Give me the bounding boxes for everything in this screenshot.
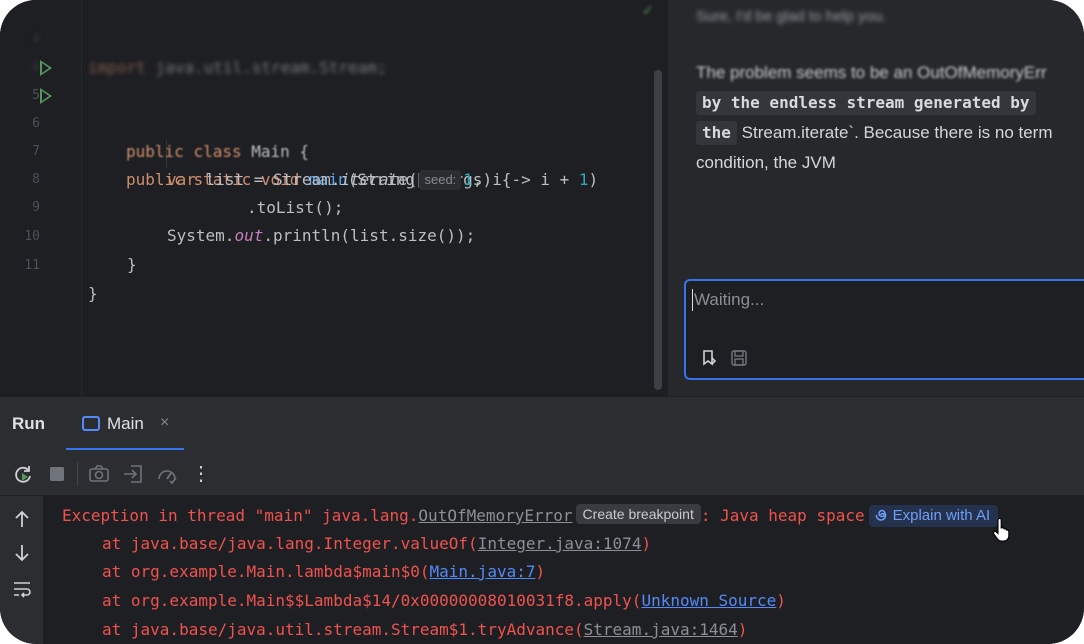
code-line-4[interactable]: 4 import java.util.stream.Stream; [0, 0, 668, 77]
ai-spiral-icon [875, 509, 886, 521]
text-caret [692, 289, 693, 311]
soft-wrap-icon[interactable] [11, 578, 33, 600]
stack-frame-text: at java.base/java.lang.Integer.valueOf( [102, 534, 478, 553]
exception-text: : Java heap space [700, 506, 865, 525]
inline-code: by the endless stream generated by [696, 91, 1036, 115]
run-main-icon[interactable] [40, 88, 52, 104]
tab-main[interactable]: Main × [66, 397, 184, 451]
run-tool-window-header: Run Main × [0, 396, 1084, 451]
code-line-8[interactable]: 8 .toList(); [0, 138, 668, 217]
chat-response-line: condition, the JVM [696, 153, 836, 172]
exit-icon[interactable] [122, 463, 144, 485]
stack-frame-text: ) [776, 591, 786, 610]
console-output[interactable]: Exception in thread "main" java.lang.Out… [44, 496, 1084, 644]
create-breakpoint-button[interactable]: Create breakpoint [575, 504, 701, 524]
stack-frame: at org.example.Main$$Lambda$14/0x0000000… [102, 587, 786, 615]
source-link[interactable]: Integer.java:1074 [478, 534, 642, 553]
stack-frame-text: ) [535, 562, 546, 581]
code-line-5[interactable]: 5 public class Main { [0, 54, 668, 161]
chat-greeting: Sure, I'd be glad to help you. [696, 8, 887, 25]
toolbar-separator [77, 462, 78, 486]
stack-frame: at org.example.Main.lambda$main$0(Main.j… [102, 558, 545, 586]
inline-code: the [696, 121, 737, 145]
stop-icon[interactable] [46, 463, 68, 485]
stack-frame-text: at java.base/java.util.stream.Stream$1.t… [102, 620, 584, 639]
close-tab-icon[interactable]: × [160, 414, 169, 432]
explain-with-ai-label: Explain with AI [892, 507, 991, 524]
code-line-blank[interactable]: 6 [0, 26, 668, 75]
console-side-toolbar [0, 496, 44, 644]
camera-icon[interactable] [88, 463, 110, 485]
code-line-6[interactable]: 6 public static void main(String[] args)… [0, 82, 668, 189]
arrow-up-icon[interactable] [11, 508, 33, 530]
closing-brace: } [127, 255, 137, 274]
run-toolbar: ⋮ [0, 450, 1084, 496]
exception-class-link[interactable]: OutOfMemoryError [418, 506, 572, 525]
tab-label: Main [107, 414, 144, 433]
rerun-icon[interactable] [12, 463, 34, 485]
chat-input-box[interactable] [684, 279, 1084, 380]
exception-text: Exception in thread "main" java.lang. [62, 506, 419, 525]
chat-response: The problem seems to be an OutOfMemoryEr… [696, 58, 1084, 178]
stack-frame-text: ) [641, 534, 652, 553]
source-link[interactable]: Stream.java:1464 [584, 620, 738, 639]
code-line-10[interactable]: 10 } [0, 195, 668, 274]
stack-frame-text: at org.example.Main$$Lambda$14/0x0000000… [102, 591, 642, 610]
profiler-icon[interactable] [156, 463, 178, 485]
chat-response-line: The problem seems to be an OutOfMemoryEr… [696, 63, 1047, 82]
explain-with-ai-button[interactable]: Explain with AI [868, 505, 999, 527]
save-icon[interactable] [730, 349, 748, 367]
code-line-7[interactable]: 7 var list = Stream.iterate(seed: 1, i ->… [0, 110, 668, 190]
run-class-icon[interactable] [40, 60, 52, 76]
stack-frame-text: at org.example.Main.lambda$main$0( [102, 562, 430, 581]
code-line-11[interactable]: 11 } [0, 224, 668, 303]
bookmark-icon[interactable] [700, 349, 718, 367]
hand-pointer-icon [992, 518, 1010, 542]
chat-response-line: Stream.iterate`. Because there is no ter… [741, 123, 1053, 142]
line-number: 11 [24, 258, 40, 273]
stack-frame-text: ) [737, 620, 748, 639]
editor-scrollbar[interactable] [654, 70, 662, 390]
code-line-9[interactable]: 9 System.out.println(list.size()); [0, 166, 668, 245]
ide-window: ✓ 4 import java.util.stream.Stream; 6 5 … [0, 0, 1084, 644]
run-title: Run [12, 414, 46, 433]
exception-line: Exception in thread "main" java.lang.Out… [62, 502, 999, 530]
ai-assistant-panel: Sure, I'd be glad to help you. The probl… [668, 0, 1084, 396]
closing-brace: } [88, 284, 98, 303]
source-link[interactable]: Main.java:7 [430, 562, 536, 581]
console-icon [82, 416, 100, 431]
chat-input[interactable] [694, 287, 1074, 313]
arrow-down-icon[interactable] [11, 542, 33, 564]
source-link[interactable]: Unknown Source [641, 591, 776, 610]
stack-frame: at java.base/java.lang.Integer.valueOf(I… [102, 530, 651, 558]
code-editor[interactable]: ✓ 4 import java.util.stream.Stream; 6 5 … [0, 0, 668, 396]
more-options-icon[interactable]: ⋮ [190, 461, 212, 485]
stack-frame: at java.base/java.util.stream.Stream$1.t… [102, 616, 747, 644]
